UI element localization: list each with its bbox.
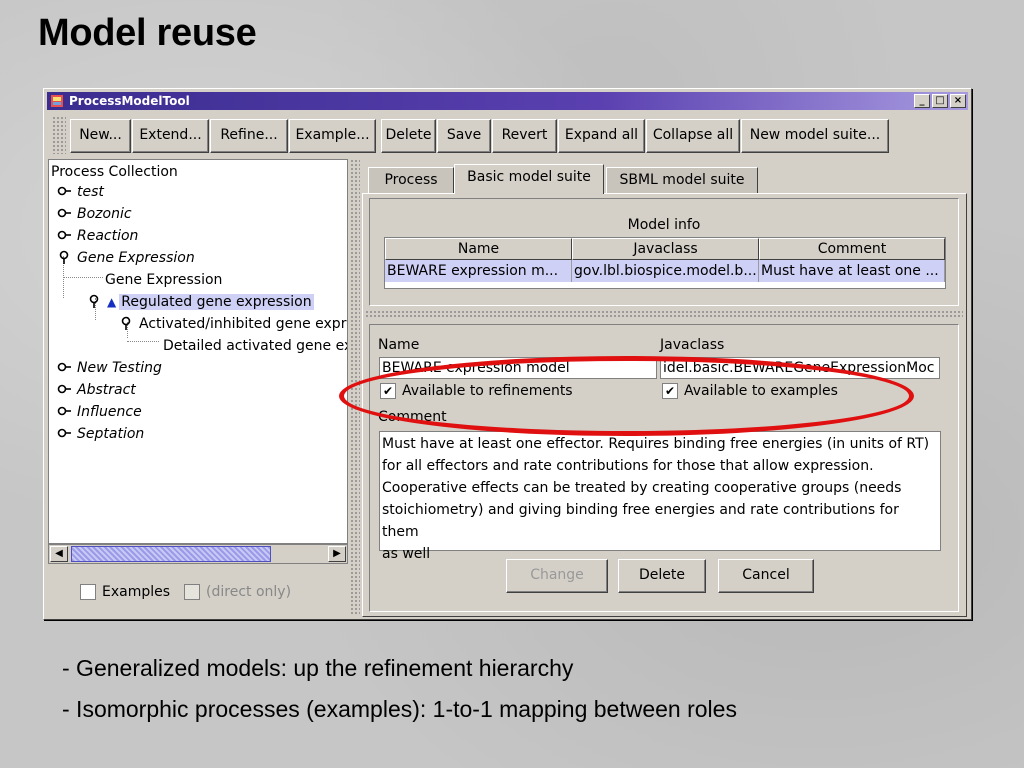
tree-header: Process Collection <box>51 164 178 180</box>
bullet-item: - Generalized models: up the refinement … <box>62 655 574 681</box>
process-model-tool-window: ProcessModelTool _ □ × New... Extend... … <box>43 88 972 620</box>
collapse-knob-icon[interactable] <box>57 250 71 264</box>
table-cell-comment[interactable]: Must have at least one ... <box>759 260 945 282</box>
model-info-title: Model info <box>627 217 701 233</box>
app-icon <box>51 95 63 107</box>
expand-knob-icon[interactable] <box>57 382 71 396</box>
collapse-knob-icon[interactable] <box>119 316 133 330</box>
tab-process[interactable]: Process <box>368 167 454 193</box>
comment-textarea[interactable]: Must have at least one effector. Require… <box>379 431 941 562</box>
table-cell-name[interactable]: BEWARE expression m... <box>385 260 572 282</box>
refine-button[interactable]: Refine... <box>210 119 288 153</box>
process-tree[interactable]: Process Collection test Bozonic Reaction… <box>48 159 348 544</box>
tree-item-detailed-activated[interactable]: Detailed activated gene ex <box>163 336 347 356</box>
tree-item-gene-expression-leaf[interactable]: Gene Expression <box>105 270 222 290</box>
new-model-suite-button[interactable]: New model suite... <box>741 119 889 153</box>
window-titlebar[interactable]: ProcessModelTool _ □ × <box>47 92 968 110</box>
comment-line: Must have at least one effector. Require… <box>382 436 930 452</box>
tab-sbml-model-suite[interactable]: SBML model suite <box>606 167 758 193</box>
toolbar-grip[interactable] <box>52 116 66 154</box>
tree-item-influence[interactable]: Influence <box>57 402 142 422</box>
delete-button[interactable]: Delete <box>381 119 436 153</box>
annotation-ellipse <box>339 356 914 436</box>
extend-button[interactable]: Extend... <box>132 119 209 153</box>
expand-all-button[interactable]: Expand all <box>558 119 645 153</box>
expand-knob-icon[interactable] <box>57 404 71 418</box>
collapse-knob-icon[interactable] <box>87 294 101 308</box>
maximize-icon[interactable]: □ <box>932 94 948 108</box>
change-button[interactable]: Change <box>506 559 608 593</box>
tree-item-reaction[interactable]: Reaction <box>57 226 138 246</box>
expand-knob-icon[interactable] <box>57 360 71 374</box>
cancel-button[interactable]: Cancel <box>718 559 814 593</box>
expand-knob-icon[interactable] <box>57 206 71 220</box>
scrollbar-thumb[interactable] <box>71 546 271 562</box>
scroll-right-icon[interactable]: ▶ <box>328 546 346 562</box>
tree-horizontal-scrollbar[interactable]: ◀ ▶ <box>48 544 348 564</box>
expand-knob-icon[interactable] <box>57 228 71 242</box>
comment-line: stoichiometry) and giving binding free e… <box>382 502 899 540</box>
comment-line: for all effectors and rate contributions… <box>382 458 874 474</box>
direct-only-label: (direct only) <box>206 584 292 600</box>
tree-item-septation[interactable]: Septation <box>57 424 144 444</box>
model-triangle-icon: ▲ <box>107 295 117 309</box>
scroll-left-icon[interactable]: ◀ <box>50 546 68 562</box>
expand-knob-icon[interactable] <box>57 426 71 440</box>
collapse-all-button[interactable]: Collapse all <box>646 119 740 153</box>
toolbar: New... Extend... Refine... Example... De… <box>49 116 965 154</box>
tree-item-abstract[interactable]: Abstract <box>57 380 136 400</box>
table-cell-javaclass[interactable]: gov.lbl.biospice.model.b... <box>572 260 759 282</box>
examples-checkbox[interactable] <box>80 584 96 600</box>
tree-item-new-testing[interactable]: New Testing <box>57 358 162 378</box>
save-button[interactable]: Save <box>437 119 491 153</box>
horizontal-splitter[interactable] <box>365 310 963 318</box>
examples-label: Examples <box>102 584 171 600</box>
model-info-panel: Model info Name Javaclass Comment BEWARE… <box>369 198 959 306</box>
revert-button[interactable]: Revert <box>492 119 557 153</box>
new-button[interactable]: New... <box>70 119 131 153</box>
example-button[interactable]: Example... <box>289 119 376 153</box>
tree-item-gene-expression[interactable]: Gene Expression <box>57 248 195 268</box>
model-info-table[interactable]: Name Javaclass Comment BEWARE expression… <box>384 237 946 289</box>
tree-item-bozonic[interactable]: Bozonic <box>57 204 132 224</box>
close-icon[interactable]: × <box>950 94 966 108</box>
tree-item-activated-inhibited[interactable]: Activated/inhibited gene expre <box>119 314 347 334</box>
bullet-item: - Isomorphic processes (examples): 1-to-… <box>62 696 737 722</box>
slide-title: Model reuse <box>38 12 257 54</box>
name-label: Name <box>378 337 420 353</box>
comment-line: Cooperative effects can be treated by cr… <box>382 480 902 496</box>
column-header-comment[interactable]: Comment <box>759 238 945 260</box>
tab-basic-model-suite[interactable]: Basic model suite <box>454 164 604 194</box>
tree-item-regulated-gene-expression[interactable]: ▲ Regulated gene expression <box>87 292 314 312</box>
process-collection-pane: Process Collection test Bozonic Reaction… <box>48 159 348 617</box>
column-header-name[interactable]: Name <box>385 238 572 260</box>
tree-item-test[interactable]: test <box>57 182 104 202</box>
column-header-javaclass[interactable]: Javaclass <box>572 238 759 260</box>
slide-bullets: - Generalized models: up the refinement … <box>62 648 737 730</box>
expand-knob-icon[interactable] <box>57 184 71 198</box>
window-title: ProcessModelTool <box>69 94 190 108</box>
minimize-icon[interactable]: _ <box>914 94 930 108</box>
delete-model-button[interactable]: Delete <box>618 559 706 593</box>
javaclass-label: Javaclass <box>660 337 725 353</box>
direct-only-checkbox[interactable] <box>184 584 201 600</box>
